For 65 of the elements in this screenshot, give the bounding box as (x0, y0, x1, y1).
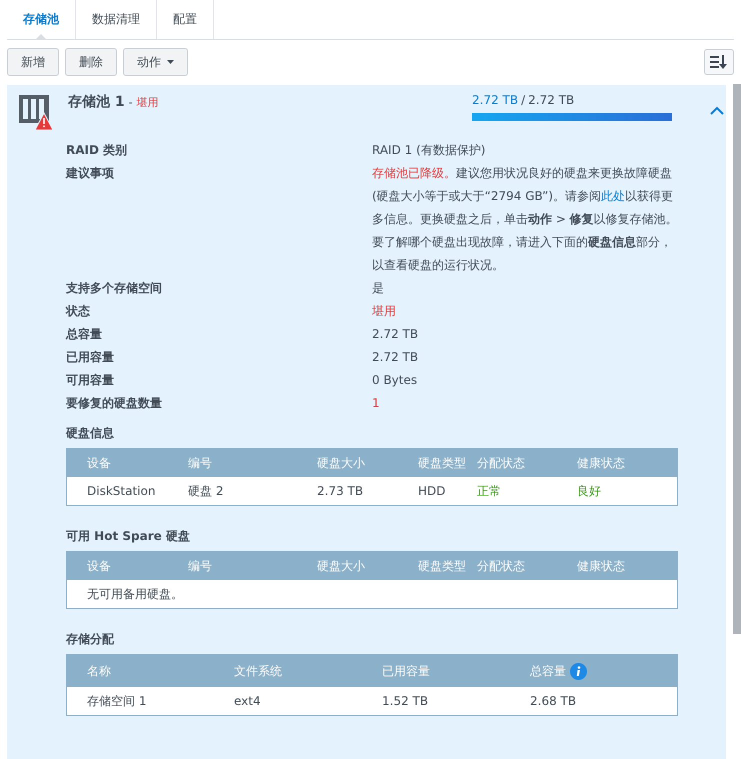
sort-button[interactable] (704, 49, 734, 75)
table-cell-text: 2.73 TB (317, 484, 364, 498)
column-header: 硬盘大小 (317, 558, 366, 574)
table-cell-text: 存储空间 1 (87, 692, 148, 710)
column-header: 名称 (87, 662, 112, 680)
field-value: 2.72 TB (372, 349, 420, 366)
tab[interactable]: 数据清理 (76, 0, 157, 39)
column-header: 编号 (188, 558, 213, 574)
tab[interactable]: 配置 (157, 0, 214, 39)
pool-title: 存储池 1 (68, 93, 125, 111)
column-header: 硬盘大小 (317, 454, 366, 472)
field-label: RAID 类别 (66, 142, 128, 159)
tab[interactable]: 存储池 (7, 0, 76, 39)
column-header: 硬盘类型 (418, 454, 467, 472)
table-cell-text: HDD (418, 484, 447, 498)
field-value: 是 (372, 280, 385, 297)
field-label: 要修复的硬盘数量 (66, 395, 163, 412)
column-header: 健康状态 (577, 454, 626, 472)
help-link[interactable]: 此处 (601, 189, 626, 203)
column-header: 分配状态 (477, 558, 526, 574)
field-value: 1 (372, 395, 381, 412)
scrollbar[interactable] (733, 84, 741, 634)
empty-message: 无可用备用硬盘。 (86, 586, 184, 603)
section-title: 硬盘信息 (66, 425, 115, 442)
storage-warning-icon (18, 93, 54, 131)
column-header: 设备 (87, 454, 112, 472)
table-cell-text: 1.52 TB (382, 694, 430, 708)
table-cell-text: DiskStation (87, 484, 156, 498)
section-title: 可用 Hot Spare 硬盘 (66, 528, 191, 545)
field-value: RAID 1 (有数据保护) (372, 142, 486, 159)
total-capacity: 2.72 TB (528, 93, 574, 107)
column-header: 已用容量 (382, 662, 431, 680)
toolbar-button[interactable]: 新增 (7, 48, 59, 76)
field-value: 堪用 (372, 303, 397, 320)
table-cell-text: 正常 (477, 482, 502, 500)
column-header: 分配状态 (477, 454, 526, 472)
action-menu-button[interactable]: 动作 (123, 48, 188, 76)
field-value: 2.72 TB (372, 326, 420, 343)
field-label: 可用容量 (66, 372, 115, 389)
field-label: 已用容量 (66, 349, 115, 366)
caret-icon (167, 60, 174, 64)
advice-text: 存储池已降级。建议您用状况良好的硬盘来更换故障硬盘(硬盘大小等于或大于“2794 GB”)。请参阅此处以获得更多信息。更换硬盘之后，单击动作 > 修复以修复存储池。要了解哪个硬盘出现故障，请进入下面的硬盘信息部分，以查看硬盘的运行状况。 (372, 165, 678, 274)
column-header: 总容量 (530, 662, 566, 680)
used-capacity: 2.72 TB (472, 93, 518, 107)
table-cell-text: ext4 (234, 694, 262, 708)
field-label: 状态 (66, 303, 91, 320)
slash: / (521, 93, 526, 107)
column-header: 编号 (188, 454, 213, 472)
column-header: 硬盘类型 (418, 558, 467, 574)
pool-status: 堪用 (136, 95, 159, 110)
table-cell-text: 硬盘 2 (188, 482, 224, 500)
field-value: 0 Bytes (372, 372, 418, 389)
field-label: 支持多个存储空间 (66, 280, 163, 297)
table-cell-text: 2.68 TB (530, 694, 578, 708)
sort-icon (710, 55, 728, 69)
separator: - (128, 96, 133, 109)
column-header: 设备 (87, 558, 112, 574)
field-label: 总容量 (66, 326, 103, 343)
column-header: 文件系统 (234, 662, 283, 680)
column-header: 健康状态 (577, 558, 626, 574)
info-icon[interactable] (570, 662, 587, 680)
toolbar-button[interactable]: 删除 (65, 48, 117, 76)
field-label: 建议事项 (66, 165, 115, 182)
table-cell-text: 良好 (577, 482, 602, 500)
section-title: 存储分配 (66, 631, 115, 648)
